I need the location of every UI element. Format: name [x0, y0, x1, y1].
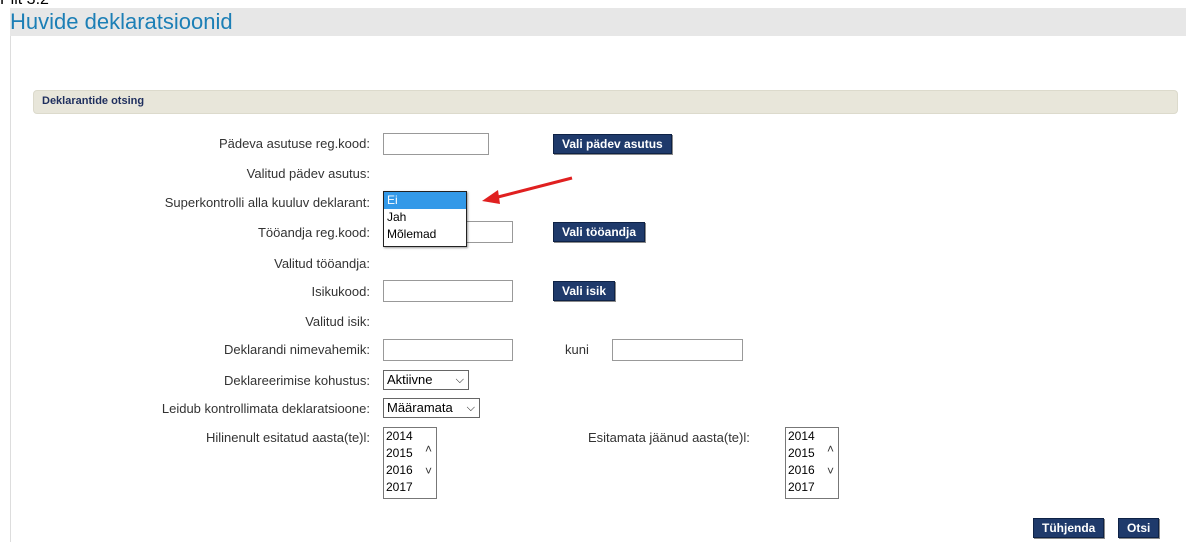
- superkontroll-label: Superkontrolli alla kuuluv deklarant:: [164, 195, 370, 210]
- valitud-padev-label: Valitud pädev asutus:: [246, 166, 370, 181]
- chevron-down-icon: ⌵: [466, 402, 475, 414]
- dropdown-option-ei[interactable]: Ei: [384, 192, 466, 209]
- nimevahemik-label: Deklarandi nimevahemik:: [224, 342, 370, 357]
- chevron-down-icon: ⌵: [455, 374, 464, 386]
- isikukood-label: Isikukood:: [311, 284, 370, 299]
- padeva-regkood-input[interactable]: [383, 133, 489, 155]
- list-item[interactable]: 2017: [384, 479, 436, 496]
- esitamata-years-listbox[interactable]: 2014 2015 2016 2017 ˄ ˅: [785, 427, 839, 499]
- vali-tooandja-button[interactable]: Vali tööandja: [553, 222, 646, 242]
- kohustus-select[interactable]: Aktiivne ⌵: [383, 370, 469, 390]
- tooandja-label: Tööandja reg.kood:: [257, 225, 370, 240]
- list-item[interactable]: 2017: [786, 479, 838, 496]
- annotation-arrow-icon: [482, 176, 573, 204]
- kohustus-label: Deklareerimise kohustus:: [224, 373, 370, 388]
- kuni-label: kuni: [565, 342, 589, 357]
- chevron-up-icon[interactable]: ˄: [425, 442, 432, 456]
- dropdown-option-jah[interactable]: Jah: [384, 209, 466, 226]
- isikukood-input[interactable]: [383, 280, 513, 302]
- kontrollimata-select-value: Määramata: [387, 400, 453, 415]
- esitamata-label: Esitamata jäänud aasta(te)l:: [588, 430, 750, 445]
- nimevahemik-from-input[interactable]: [383, 339, 513, 361]
- valitud-tooandja-label: Valitud tööandja:: [274, 256, 370, 271]
- dropdown-option-molemad[interactable]: Mõlemad: [384, 226, 466, 243]
- search-section-header: Deklarantide otsing: [33, 90, 1178, 114]
- page-title: Huvide deklaratsioonid: [10, 9, 233, 34]
- hilinenult-years-listbox[interactable]: 2014 2015 2016 2017 ˄ ˅: [383, 427, 437, 499]
- otsi-button[interactable]: Otsi: [1118, 518, 1160, 538]
- kohustus-select-value: Aktiivne: [387, 372, 433, 387]
- vali-isik-button[interactable]: Vali isik: [553, 281, 616, 301]
- valitud-isik-label: Valitud isik:: [305, 314, 370, 329]
- nimevahemik-to-input[interactable]: [612, 339, 743, 361]
- section-title: Deklarantide otsing: [42, 95, 145, 107]
- kontrollimata-select[interactable]: Määramata ⌵: [383, 398, 480, 418]
- content-frame-border: [10, 36, 11, 542]
- tuhjenda-button[interactable]: Tühjenda: [1033, 518, 1105, 538]
- chevron-down-icon[interactable]: ˅: [425, 464, 432, 478]
- chevron-down-icon[interactable]: ˅: [827, 464, 834, 478]
- chevron-up-icon[interactable]: ˄: [827, 442, 834, 456]
- kontrollimata-label: Leidub kontrollimata deklaratsioone:: [161, 401, 370, 416]
- vali-padev-asutus-button[interactable]: Vali pädev asutus: [553, 134, 672, 154]
- hilinenult-label: Hilinenult esitatud aasta(te)l:: [205, 430, 370, 445]
- superkontroll-dropdown[interactable]: Ei Jah Mõlemad: [383, 191, 467, 247]
- padeva-label: Pädeva asutuse reg.kood:: [218, 136, 370, 151]
